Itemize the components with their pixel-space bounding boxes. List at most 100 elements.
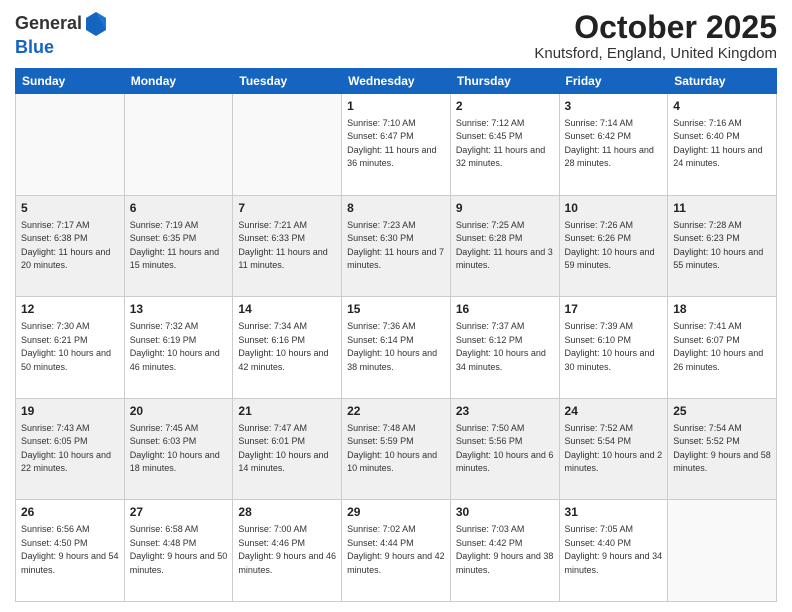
weekday-header-thursday: Thursday bbox=[450, 69, 559, 94]
day-info: Sunrise: 7:34 AM Sunset: 6:16 PM Dayligh… bbox=[238, 320, 336, 374]
day-info: Sunrise: 7:47 AM Sunset: 6:01 PM Dayligh… bbox=[238, 422, 336, 476]
day-info: Sunrise: 7:23 AM Sunset: 6:30 PM Dayligh… bbox=[347, 219, 445, 273]
calendar-cell: 9 Sunrise: 7:25 AM Sunset: 6:28 PM Daylig… bbox=[450, 195, 559, 297]
day-info: Sunrise: 7:25 AM Sunset: 6:28 PM Dayligh… bbox=[456, 219, 554, 273]
day-info: Sunrise: 7:12 AM Sunset: 6:45 PM Dayligh… bbox=[456, 117, 554, 171]
day-number: 14 bbox=[238, 301, 336, 318]
day-number: 18 bbox=[673, 301, 771, 318]
day-number: 20 bbox=[130, 403, 228, 420]
calendar-week-2: 5Sunrise: 7:17 AM Sunset: 6:38 PM Daylig… bbox=[16, 195, 777, 297]
day-number: 5 bbox=[21, 200, 119, 217]
day-number: 24 bbox=[565, 403, 663, 420]
calendar-cell: 24 Sunrise: 7:52 AM Sunset: 5:54 PM Dayli… bbox=[559, 398, 668, 500]
day-number: 26 bbox=[21, 504, 119, 521]
day-info: Sunrise: 7:54 AM Sunset: 5:52 PM Dayligh… bbox=[673, 422, 771, 476]
calendar-cell: 31 Sunrise: 7:05 AM Sunset: 4:40 PM Dayli… bbox=[559, 500, 668, 602]
day-number: 11 bbox=[673, 200, 771, 217]
calendar-week-5: 26 Sunrise: 6:56 AM Sunset: 4:50 PM Dayli… bbox=[16, 500, 777, 602]
calendar-cell bbox=[668, 500, 777, 602]
day-info: Sunrise: 7:21 AM Sunset: 6:33 PM Dayligh… bbox=[238, 219, 336, 273]
calendar-cell: 15 Sunrise: 7:36 AM Sunset: 6:14 PM Dayli… bbox=[342, 297, 451, 399]
day-number: 3 bbox=[565, 98, 663, 115]
day-info: Sunrise: 6:58 AM Sunset: 4:48 PM Dayligh… bbox=[130, 523, 228, 577]
calendar-cell: 2 Sunrise: 7:12 AM Sunset: 6:45 PM Daylig… bbox=[450, 94, 559, 196]
calendar-cell: 6Sunrise: 7:19 AM Sunset: 6:35 PM Daylig… bbox=[124, 195, 233, 297]
day-number: 28 bbox=[238, 504, 336, 521]
calendar-cell: 18 Sunrise: 7:41 AM Sunset: 6:07 PM Dayli… bbox=[668, 297, 777, 399]
day-info: Sunrise: 7:32 AM Sunset: 6:19 PM Dayligh… bbox=[130, 320, 228, 374]
calendar-week-3: 12Sunrise: 7:30 AM Sunset: 6:21 PM Dayli… bbox=[16, 297, 777, 399]
day-number: 15 bbox=[347, 301, 445, 318]
calendar-cell: 4Sunrise: 7:16 AM Sunset: 6:40 PM Daylig… bbox=[668, 94, 777, 196]
day-number: 31 bbox=[565, 504, 663, 521]
calendar-cell: 17 Sunrise: 7:39 AM Sunset: 6:10 PM Dayli… bbox=[559, 297, 668, 399]
calendar-cell: 23 Sunrise: 7:50 AM Sunset: 5:56 PM Dayli… bbox=[450, 398, 559, 500]
page: General Blue October 2025 Knutsford, Eng… bbox=[0, 0, 792, 612]
day-number: 4 bbox=[673, 98, 771, 115]
calendar-cell bbox=[233, 94, 342, 196]
weekday-header-friday: Friday bbox=[559, 69, 668, 94]
day-number: 27 bbox=[130, 504, 228, 521]
calendar-cell: 25 Sunrise: 7:54 AM Sunset: 5:52 PM Dayli… bbox=[668, 398, 777, 500]
day-number: 23 bbox=[456, 403, 554, 420]
day-info: Sunrise: 7:26 AM Sunset: 6:26 PM Dayligh… bbox=[565, 219, 663, 273]
day-info: Sunrise: 7:50 AM Sunset: 5:56 PM Dayligh… bbox=[456, 422, 554, 476]
calendar-cell: 14 Sunrise: 7:34 AM Sunset: 6:16 PM Dayli… bbox=[233, 297, 342, 399]
title-block: October 2025 Knutsford, England, United … bbox=[534, 10, 777, 62]
day-number: 9 bbox=[456, 200, 554, 217]
calendar-cell: 16 Sunrise: 7:37 AM Sunset: 6:12 PM Dayli… bbox=[450, 297, 559, 399]
month-title: October 2025 bbox=[534, 10, 777, 45]
day-info: Sunrise: 7:48 AM Sunset: 5:59 PM Dayligh… bbox=[347, 422, 445, 476]
calendar-cell: 27 Sunrise: 6:58 AM Sunset: 4:48 PM Dayli… bbox=[124, 500, 233, 602]
calendar-cell: 20 Sunrise: 7:45 AM Sunset: 6:03 PM Dayli… bbox=[124, 398, 233, 500]
calendar-cell: 21Sunrise: 7:47 AM Sunset: 6:01 PM Dayli… bbox=[233, 398, 342, 500]
calendar-cell: 8 Sunrise: 7:23 AM Sunset: 6:30 PM Daylig… bbox=[342, 195, 451, 297]
day-info: Sunrise: 7:36 AM Sunset: 6:14 PM Dayligh… bbox=[347, 320, 445, 374]
day-info: Sunrise: 7:30 AM Sunset: 6:21 PM Dayligh… bbox=[21, 320, 119, 374]
day-info: Sunrise: 6:56 AM Sunset: 4:50 PM Dayligh… bbox=[21, 523, 119, 577]
day-number: 16 bbox=[456, 301, 554, 318]
calendar-cell: 10 Sunrise: 7:26 AM Sunset: 6:26 PM Dayli… bbox=[559, 195, 668, 297]
weekday-header-saturday: Saturday bbox=[668, 69, 777, 94]
day-number: 29 bbox=[347, 504, 445, 521]
day-info: Sunrise: 7:02 AM Sunset: 4:44 PM Dayligh… bbox=[347, 523, 445, 577]
day-number: 22 bbox=[347, 403, 445, 420]
day-number: 10 bbox=[565, 200, 663, 217]
day-info: Sunrise: 7:52 AM Sunset: 5:54 PM Dayligh… bbox=[565, 422, 663, 476]
weekday-header-sunday: Sunday bbox=[16, 69, 125, 94]
day-number: 19 bbox=[21, 403, 119, 420]
location: Knutsford, England, United Kingdom bbox=[534, 45, 777, 62]
day-number: 8 bbox=[347, 200, 445, 217]
day-number: 30 bbox=[456, 504, 554, 521]
day-number: 25 bbox=[673, 403, 771, 420]
calendar-cell: 22 Sunrise: 7:48 AM Sunset: 5:59 PM Dayli… bbox=[342, 398, 451, 500]
calendar-cell bbox=[124, 94, 233, 196]
logo: General Blue bbox=[15, 10, 110, 58]
logo-blue: Blue bbox=[15, 37, 54, 57]
weekday-header-row: SundayMondayTuesdayWednesdayThursdayFrid… bbox=[16, 69, 777, 94]
day-info: Sunrise: 7:45 AM Sunset: 6:03 PM Dayligh… bbox=[130, 422, 228, 476]
calendar-week-4: 19 Sunrise: 7:43 AM Sunset: 6:05 PM Dayli… bbox=[16, 398, 777, 500]
calendar-cell bbox=[16, 94, 125, 196]
day-info: Sunrise: 7:41 AM Sunset: 6:07 PM Dayligh… bbox=[673, 320, 771, 374]
day-info: Sunrise: 7:39 AM Sunset: 6:10 PM Dayligh… bbox=[565, 320, 663, 374]
day-info: Sunrise: 7:37 AM Sunset: 6:12 PM Dayligh… bbox=[456, 320, 554, 374]
day-info: Sunrise: 7:14 AM Sunset: 6:42 PM Dayligh… bbox=[565, 117, 663, 171]
calendar-cell: 11Sunrise: 7:28 AM Sunset: 6:23 PM Dayli… bbox=[668, 195, 777, 297]
day-number: 2 bbox=[456, 98, 554, 115]
logo-text-block: General Blue bbox=[15, 10, 110, 58]
day-info: Sunrise: 7:05 AM Sunset: 4:40 PM Dayligh… bbox=[565, 523, 663, 577]
day-number: 7 bbox=[238, 200, 336, 217]
day-info: Sunrise: 7:03 AM Sunset: 4:42 PM Dayligh… bbox=[456, 523, 554, 577]
calendar-cell: 1Sunrise: 7:10 AM Sunset: 6:47 PM Daylig… bbox=[342, 94, 451, 196]
day-info: Sunrise: 7:43 AM Sunset: 6:05 PM Dayligh… bbox=[21, 422, 119, 476]
header: General Blue October 2025 Knutsford, Eng… bbox=[15, 10, 777, 62]
calendar-cell: 13Sunrise: 7:32 AM Sunset: 6:19 PM Dayli… bbox=[124, 297, 233, 399]
calendar-cell: 29 Sunrise: 7:02 AM Sunset: 4:44 PM Dayli… bbox=[342, 500, 451, 602]
calendar-cell: 5Sunrise: 7:17 AM Sunset: 6:38 PM Daylig… bbox=[16, 195, 125, 297]
weekday-header-tuesday: Tuesday bbox=[233, 69, 342, 94]
weekday-header-wednesday: Wednesday bbox=[342, 69, 451, 94]
calendar-cell: 12Sunrise: 7:30 AM Sunset: 6:21 PM Dayli… bbox=[16, 297, 125, 399]
calendar-cell: 19 Sunrise: 7:43 AM Sunset: 6:05 PM Dayli… bbox=[16, 398, 125, 500]
day-number: 17 bbox=[565, 301, 663, 318]
